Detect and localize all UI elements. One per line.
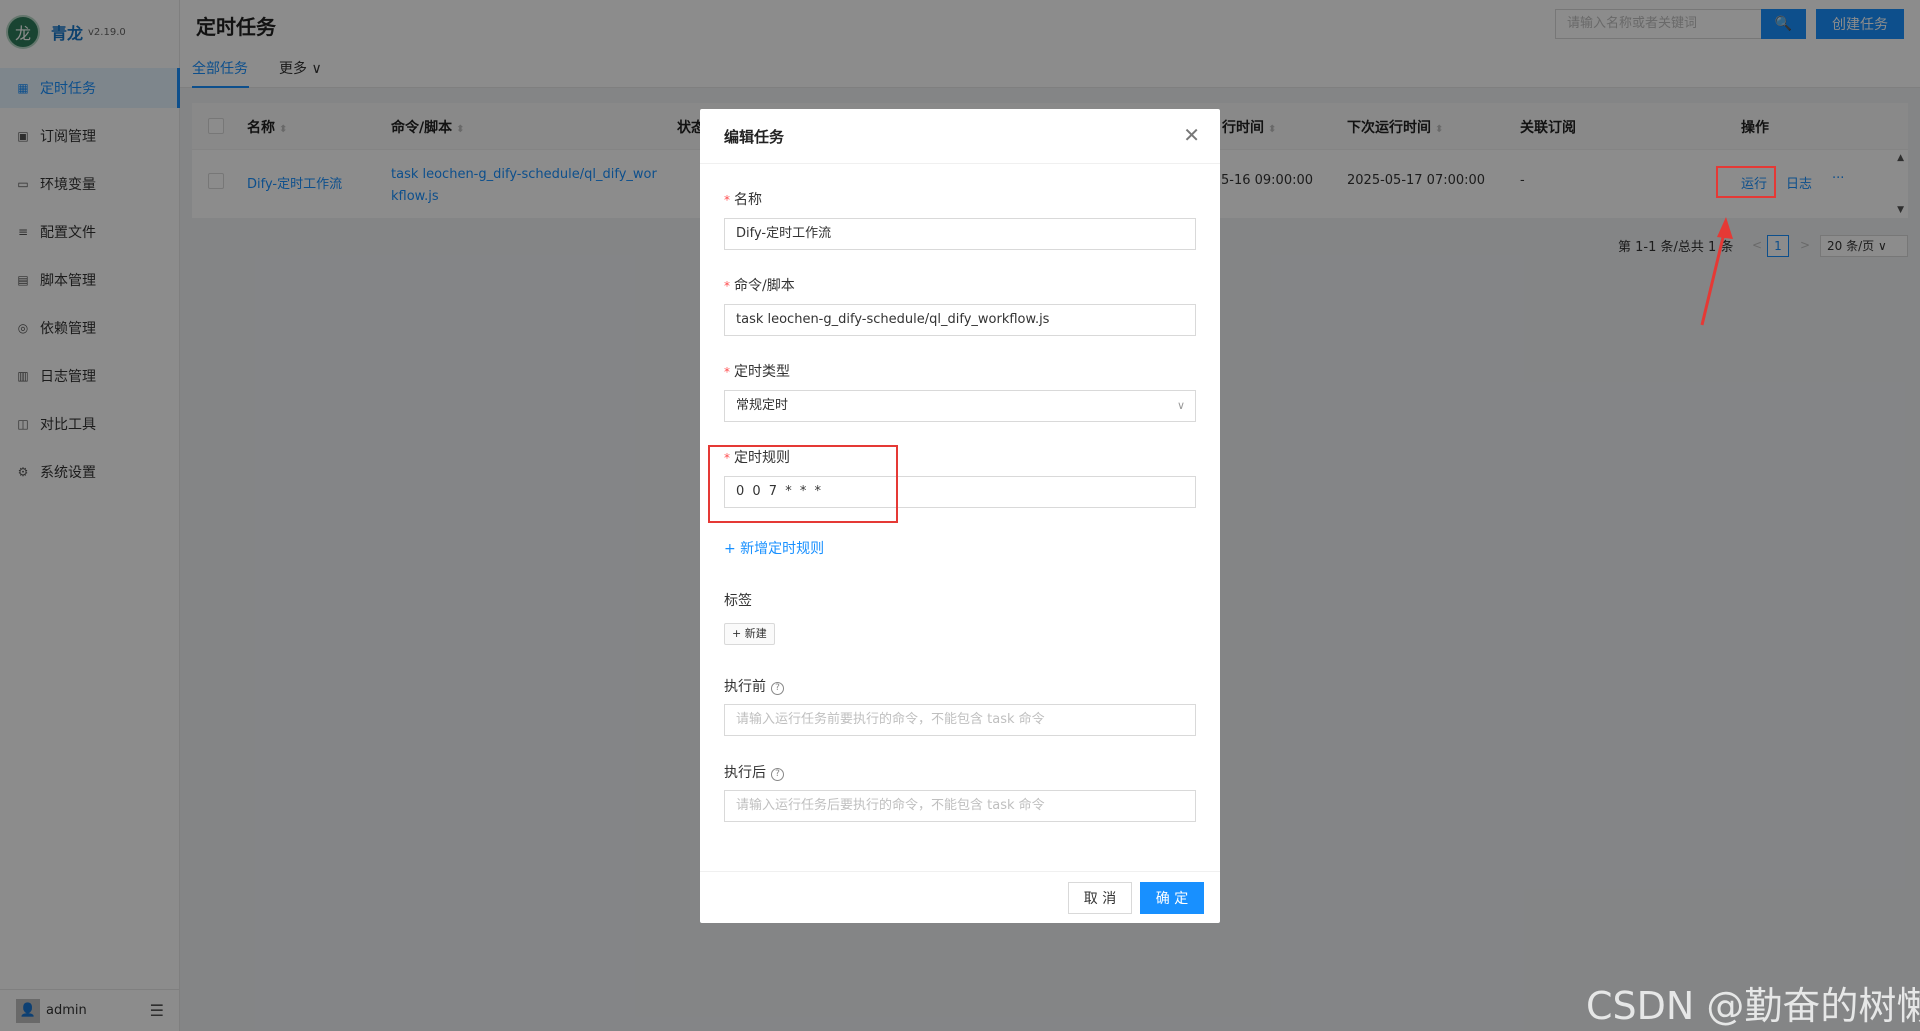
annotation-rule-highlight — [708, 445, 898, 523]
schedule-type-label: * 定时类型 — [724, 364, 790, 380]
dialog-header: 编辑任务 ✕ — [700, 109, 1220, 164]
help-icon: ? — [771, 681, 784, 695]
annotation-run-highlight — [1716, 166, 1776, 198]
close-icon[interactable]: ✕ — [1183, 123, 1200, 147]
before-command-label: 执行前? — [724, 676, 784, 696]
name-input[interactable]: Dify-定时工作流 — [724, 218, 1196, 250]
edit-task-dialog: 编辑任务 ✕ * 名称 Dify-定时工作流 * 命令/脚本 task leoche… — [700, 109, 1220, 923]
command-input[interactable]: task leochen-g_dify-schedule/ql_dify_wor… — [724, 304, 1196, 336]
after-command-label: 执行后? — [724, 762, 784, 782]
schedule-type-select[interactable]: 常规定时 ∨ — [724, 390, 1196, 422]
tags-label: 标签 — [724, 593, 752, 609]
cancel-button[interactable]: 取 消 — [1068, 882, 1132, 914]
confirm-button[interactable]: 确 定 — [1140, 882, 1204, 914]
annotation-arrow-icon — [1700, 217, 1733, 326]
required-mark: * — [724, 193, 730, 207]
required-mark: * — [724, 365, 730, 379]
new-tag-button[interactable]: + 新建 — [724, 623, 775, 645]
chevron-down-icon: ∨ — [1176, 399, 1185, 412]
after-command-input[interactable]: 请输入运行任务后要执行的命令，不能包含 task 命令 — [724, 790, 1196, 822]
before-command-input[interactable]: 请输入运行任务前要执行的命令，不能包含 task 命令 — [724, 704, 1196, 736]
add-schedule-rule-button[interactable]: + 新增定时规则 — [724, 538, 824, 558]
watermark: CSDN @勤奋的树懒 — [1586, 984, 1920, 1028]
command-label: * 命令/脚本 — [724, 278, 795, 294]
dialog-title: 编辑任务 — [724, 128, 785, 146]
dialog-footer: 取 消 确 定 — [700, 871, 1220, 923]
help-icon: ? — [771, 767, 784, 781]
required-mark: * — [724, 279, 730, 293]
name-label: * 名称 — [724, 192, 762, 208]
